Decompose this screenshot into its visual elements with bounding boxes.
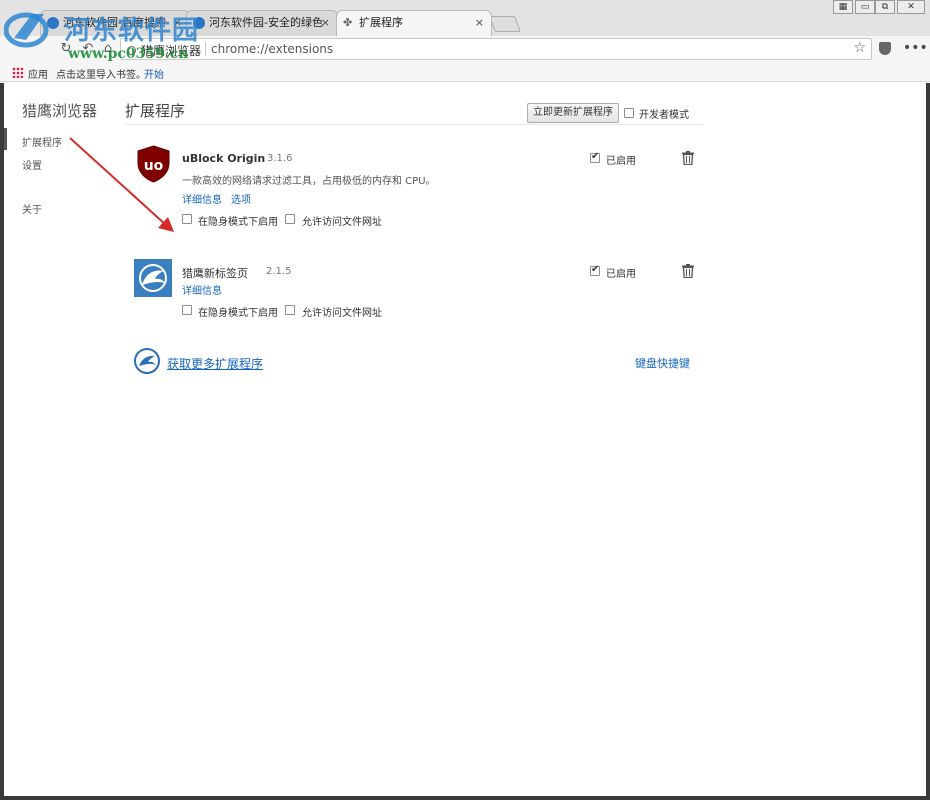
page-title: 扩展程序 [125,102,186,120]
restore-button[interactable]: ⧉ [875,0,895,14]
tab-close-icon[interactable]: × [475,11,484,35]
more-menu-icon[interactable]: ••• [903,40,928,56]
header-divider [125,124,703,125]
trash-icon[interactable] [682,264,694,278]
trash-icon[interactable] [682,151,694,165]
incognito-label: 在隐身模式下启用 [198,308,278,319]
tab-pc0359[interactable]: 河东软件园-安全的绿色 × [186,10,338,36]
file-access-checkbox[interactable] [285,305,295,315]
incognito-checkbox[interactable] [182,214,192,224]
enabled-checkbox[interactable] [590,264,600,276]
url-text[interactable]: chrome://extensions [211,42,333,56]
import-start-link[interactable]: 开始 [144,66,164,81]
bookmark-star-icon[interactable]: ☆ [853,40,866,56]
tab-extensions[interactable]: ✤ 扩展程序 × [336,10,492,36]
extension-name: uBlock Origin [182,152,266,165]
extension-description: 一款高效的网络请求过滤工具，占用极低的内存和 CPU。 [182,176,436,187]
details-link[interactable]: 详细信息 [182,191,222,206]
import-bookmarks-hint: 点击这里导入书签。 [56,70,146,81]
apps-grid-icon[interactable] [12,67,23,78]
watermark-text: 河东软件园 [64,16,200,46]
incognito-checkbox[interactable] [182,305,192,315]
address-bar[interactable]: 猎鹰浏览器 chrome://extensions ☆ [120,38,872,60]
window-extra-button[interactable]: ▦ [833,0,853,14]
extension-version: 3.1.6 [267,153,293,164]
extensions-page [0,83,930,800]
keyboard-shortcuts-link[interactable]: 键盘快捷键 [635,355,690,371]
ublock-toolbar-icon[interactable] [879,42,891,55]
options-link[interactable]: 选项 [231,191,251,206]
sidebar-active-indicator [4,128,7,150]
file-access-checkbox[interactable] [285,214,295,224]
get-more-extensions-link[interactable]: 获取更多扩展程序 [167,355,263,372]
puzzle-icon: ✤ [343,16,353,29]
update-extensions-button[interactable]: 立即更新扩展程序 [527,103,619,123]
falcon-icon [134,259,172,297]
tab-close-icon[interactable]: × [321,11,330,35]
enabled-checkbox[interactable] [590,151,600,163]
developer-mode-label: 开发者模式 [639,110,689,121]
incognito-label: 在隐身模式下启用 [198,217,278,228]
sidebar-item-about[interactable]: 关于 [22,201,42,216]
watermark-logo [4,12,49,48]
omnibox-divider [205,42,206,56]
enabled-label: 已启用 [606,269,636,280]
extension-name: 猎鹰新标签页 [182,267,248,280]
new-tab-button[interactable] [489,16,521,32]
enabled-label: 已启用 [606,156,636,167]
details-link[interactable]: 详细信息 [182,282,222,297]
tab-title: 河东软件园-安全的绿色 [209,16,323,29]
close-window-button[interactable]: ✕ [897,0,925,14]
file-access-label: 允许访问文件网址 [302,217,382,228]
sidebar-brand: 猎鹰浏览器 [22,102,98,120]
tab-title: 扩展程序 [359,16,403,29]
developer-mode-checkbox[interactable] [624,108,634,118]
falcon-store-icon[interactable] [134,348,160,374]
file-access-label: 允许访问文件网址 [302,308,382,319]
apps-label[interactable]: 应用 [28,66,48,81]
svg-text:uo: uo [144,158,164,174]
extension-version: 2.1.5 [266,266,292,277]
sidebar-item-extensions[interactable]: 扩展程序 [22,134,62,149]
minimize-button[interactable]: ▭ [855,0,875,14]
ublock-shield-icon: uo [137,145,170,183]
watermark-url: www.pc0359.cn [68,46,189,62]
sidebar-item-settings[interactable]: 设置 [22,157,42,172]
